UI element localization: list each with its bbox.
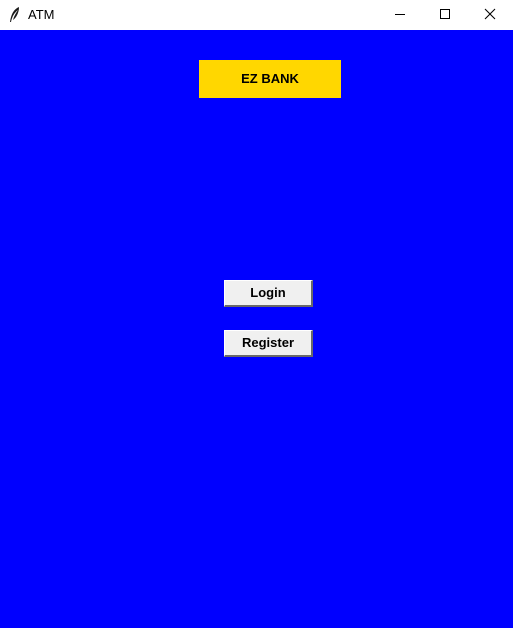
close-button[interactable] [467,0,513,30]
login-button[interactable]: Login [224,280,313,307]
maximize-button[interactable] [422,0,468,30]
main-panel: EZ BANK Login Register [0,30,513,628]
window-title: ATM [28,7,55,22]
feather-icon [8,6,22,24]
close-icon [484,8,496,20]
register-button[interactable]: Register [224,330,313,357]
bank-title-label: EZ BANK [199,60,341,98]
atm-window: ATM EZ BANK Login Register [0,0,513,629]
minimize-button[interactable] [377,0,423,30]
minimize-icon [395,14,405,15]
maximize-icon [440,9,450,19]
title-bar[interactable]: ATM [0,0,513,30]
